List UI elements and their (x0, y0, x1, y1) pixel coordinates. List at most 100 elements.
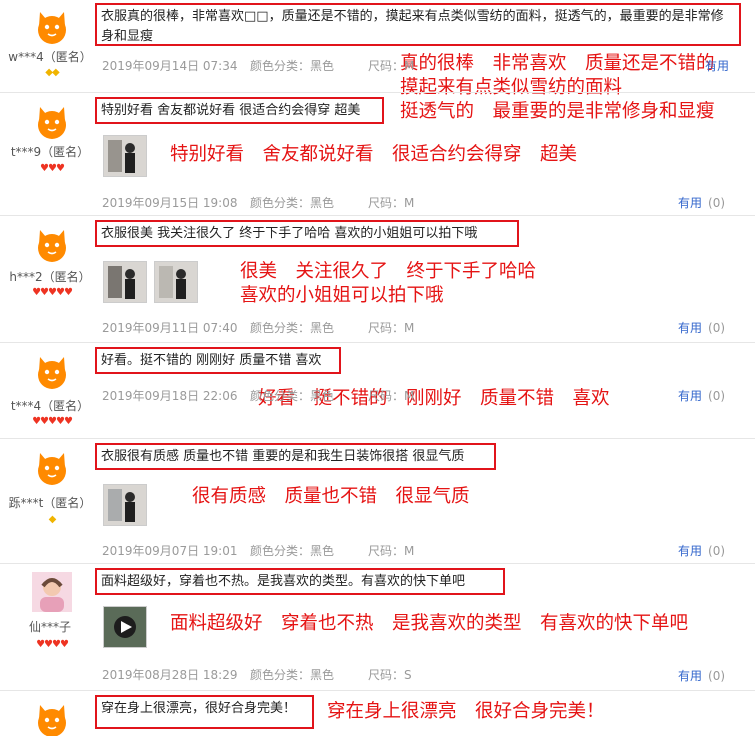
red-heart-icon: ♥ (40, 163, 49, 174)
useful-vote: 有用 (0) (678, 667, 725, 684)
useful-count: (0) (708, 669, 726, 683)
gold-diamond-icon: ◆ (52, 67, 60, 78)
red-heart-icon: ♥ (32, 416, 41, 427)
review-item: h***2（匿名） ♥♥♥♥♥ 衣服很美 我关注很久了 终于下手了哈哈 喜欢的小姐姐… (0, 218, 755, 342)
divider (0, 563, 755, 564)
useful-button[interactable]: 有用 (678, 669, 702, 683)
annotation-text: 喜欢的小姐姐可以拍下哦 (240, 285, 444, 306)
size-variant: 尺码：M (368, 544, 415, 558)
avatar[interactable] (32, 572, 72, 612)
red-heart-icon: ♥ (52, 639, 61, 650)
size-variant: 尺码：M (368, 196, 415, 210)
review-meta: 2019年09月11日 07:40 颜色分类：黑色 尺码：M (102, 319, 414, 336)
color-variant: 颜色分类：黑色 (250, 321, 335, 335)
divider (0, 92, 755, 93)
red-heart-icon: ♥ (44, 639, 53, 650)
review-photos (103, 261, 205, 303)
avatar[interactable] (32, 101, 72, 141)
review-item: 仙***子 ♥♥♥♥ 面料超级好，穿着也不热。是我喜欢的类型。有喜欢的快下单吧 面料超… (0, 566, 755, 690)
review-date: 2019年09月15日 19:08 (102, 196, 238, 210)
reviewer-level-badges: ♥♥♥♥♥ (0, 288, 104, 298)
avatar[interactable] (32, 6, 72, 46)
annotation-text: 特别好看 舍友都说好看 很适合约会得穿 超美 (170, 144, 578, 165)
reviewer-name: w***4（匿名） (8, 50, 92, 64)
review-text: 衣服很有质感 质量也不错 重要的是和我生日装饰很搭 很显气质 (95, 443, 496, 470)
useful-vote: 有用 (0) (678, 194, 725, 211)
review-photo-thumbnail[interactable] (103, 135, 147, 177)
review-date: 2019年09月07日 19:01 (102, 544, 238, 558)
annotation-text: 很有质感 质量也不错 很显气质 (192, 486, 470, 507)
red-heart-icon: ♥ (55, 416, 65, 427)
useful-count: (0) (708, 196, 726, 210)
review-photo-thumbnail[interactable] (103, 484, 147, 526)
review-item: t***9（匿名） ♥♥♥ 特别好看 舍友都说好看 很适合约会得穿 超美 特别好看 舍… (0, 95, 755, 215)
useful-button[interactable]: 有用 (678, 544, 702, 558)
red-heart-icon: ♥ (59, 639, 69, 650)
review-text: 好看。挺不错的 刚刚好 质量不错 喜欢 (95, 347, 341, 374)
red-heart-icon: ♥ (55, 287, 65, 298)
avatar[interactable] (32, 447, 72, 487)
red-heart-icon: ♥ (48, 287, 57, 298)
review-photo-thumbnail[interactable] (103, 261, 147, 303)
reviewer-level-badges: ♥♥♥♥♥ (0, 417, 104, 427)
color-variant: 颜色分类：黑色 (250, 196, 335, 210)
review-item: w***4（匿名） ◆◆ 衣服真的很棒，非常喜欢□□，质量还是不错的，摸起来有点类似… (0, 0, 755, 122)
red-heart-icon: ♥ (36, 639, 45, 650)
review-date: 2019年08月28日 18:29 (102, 668, 238, 682)
review-meta: 2019年09月18日 22:06 颜色分类：黑色 尺码：M (102, 387, 414, 404)
useful-button[interactable]: 有用 (678, 321, 702, 335)
color-variant: 颜色分类：黑色 (250, 668, 335, 682)
review-meta: 2019年09月15日 19:08 颜色分类：黑色 尺码：M (102, 194, 414, 211)
useful-button[interactable]: 有用 (705, 57, 729, 74)
useful-vote: 有用 (0) (678, 542, 725, 559)
reviewer-name: h***2（匿名） (9, 270, 91, 284)
reviewer-level-badges: ◆ (0, 515, 104, 525)
annotation-text: 很美 关注很久了 终于下手了哈哈 (240, 261, 537, 282)
color-variant: 颜色分类：黑色 (250, 389, 335, 403)
useful-count: (0) (708, 544, 726, 558)
divider (0, 215, 755, 216)
review-item: 跞***t（匿名） ◆ 衣服很有质感 质量也不错 重要的是和我生日装饰很搭 很显气质… (0, 441, 755, 563)
avatar[interactable] (32, 699, 72, 736)
review-item: t***4（匿名） ♥♥♥♥♥ 好看。挺不错的 刚刚好 质量不错 喜欢 好看 挺不错的… (0, 345, 755, 438)
review-photo-thumbnail[interactable] (154, 261, 198, 303)
color-variant: 颜色分类：黑色 (250, 544, 335, 558)
review-list: w***4（匿名） ◆◆ 衣服真的很棒，非常喜欢□□，质量还是不错的，摸起来有点类似… (0, 0, 755, 736)
annotation-text: 真的很棒 非常喜欢 质量还是不错的 (400, 53, 715, 74)
review-date: 2019年09月18日 22:06 (102, 389, 238, 403)
useful-button[interactable]: 有用 (678, 389, 702, 403)
review-meta: 2019年09月14日 07:34 颜色分类：黑色 尺码：M (102, 57, 414, 74)
color-variant: 颜色分类：黑色 (250, 59, 335, 73)
reviewer-level-badges: ♥♥♥♥ (0, 640, 104, 650)
red-heart-icon: ♥ (63, 287, 73, 298)
annotation-text: 面料超级好 穿着也不热 是我喜欢的类型 有喜欢的快下单吧 (170, 613, 689, 634)
red-heart-icon: ♥ (63, 416, 73, 427)
reviewer-name: t***4（匿名） (10, 399, 90, 413)
divider (0, 438, 755, 439)
gold-diamond-icon: ◆ (48, 514, 57, 525)
reviewer-level-badges: ◆◆ (0, 68, 104, 78)
review-text: 衣服很美 我关注很久了 终于下手了哈哈 喜欢的小姐姐可以拍下哦 (95, 220, 519, 247)
review-text: 面料超级好，穿着也不热。是我喜欢的类型。有喜欢的快下单吧 (95, 568, 505, 595)
avatar[interactable] (32, 224, 72, 264)
review-video-thumbnail[interactable] (103, 606, 147, 648)
useful-count: (0) (708, 389, 726, 403)
useful-button[interactable]: 有用 (678, 196, 702, 210)
divider (0, 690, 755, 691)
review-photos (103, 135, 154, 177)
size-variant: 尺码：S (368, 668, 412, 682)
red-heart-icon: ♥ (40, 287, 49, 298)
size-variant: 尺码：M (368, 59, 415, 73)
red-heart-icon: ♥ (48, 163, 57, 174)
divider (0, 342, 755, 343)
avatar[interactable] (32, 351, 72, 391)
reviewer-name: t***9（匿名） (10, 145, 90, 159)
reviewer-level-badges: ♥♥♥ (0, 164, 104, 174)
reviewer-name: 仙***子 (28, 620, 71, 634)
red-heart-icon: ♥ (48, 416, 57, 427)
gold-diamond-icon: ◆ (45, 67, 53, 78)
review-text: 特别好看 舍友都说好看 很适合约会得穿 超美 (95, 97, 384, 124)
useful-vote: 有用 (0) (678, 387, 725, 404)
annotation-text: 穿在身上很漂亮 很好合身完美！ (327, 701, 605, 722)
red-heart-icon: ♥ (55, 163, 65, 174)
